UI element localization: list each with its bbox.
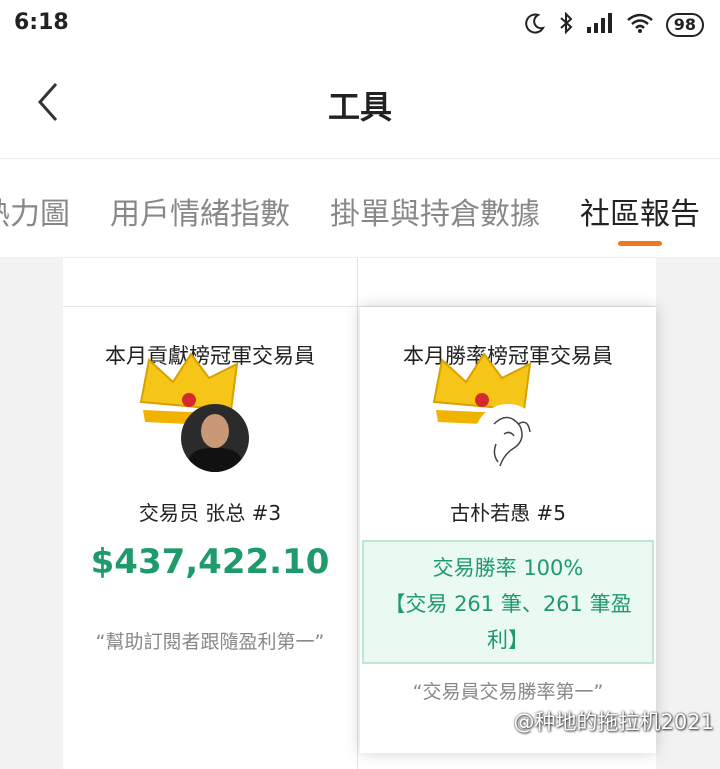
watermark: @种地的拖拉机2021 [513, 710, 714, 734]
trade-count-line: 【交易 261 筆、261 筆盈 [384, 592, 632, 616]
card-quote: “交易員交易勝率第一” [412, 681, 604, 703]
moon-icon [524, 12, 546, 38]
status-time: 6:18 [14, 10, 69, 35]
tab-community-report[interactable]: 社區報告 [580, 189, 700, 233]
contribution-champion-card[interactable]: 本月貢獻榜冠軍交易員 交易员 张总 #3 $437,422.10 “幫助訂閱者跟… [63, 307, 357, 751]
status-bar: 6:18 98 [0, 0, 720, 52]
nav-bar: 工具 [0, 52, 720, 159]
avatar [133, 352, 253, 472]
tab-orders-positions[interactable]: 掛單與持倉數據 [330, 189, 540, 233]
winrate-box: 交易勝率 100% 【交易 261 筆、261 筆盈 利】 [362, 540, 654, 664]
trader-name: 交易员 张总 #3 [138, 501, 282, 525]
signal-icon [586, 13, 614, 37]
trader-name: 古朴若愚 #5 [450, 501, 566, 525]
tab-active-indicator [618, 241, 662, 246]
avatar-sketch [474, 404, 542, 472]
winrate-line: 交易勝率 100% [432, 556, 584, 580]
report-content: 本月貢獻榜冠軍交易員 交易员 张总 #3 $437,422.10 “幫助訂閱者跟… [0, 258, 720, 769]
tab-sentiment[interactable]: 用戶情緒指數 [110, 189, 290, 233]
profit-value: $437,422.10 [90, 542, 330, 582]
avatar-photo [181, 404, 249, 472]
card-quote: “幫助訂閱者跟隨盈利第一” [95, 631, 325, 653]
trade-count-line-cont: 利】 [487, 628, 529, 652]
tab-bar: 熱力圖 用戶情緒指數 掛單與持倉數據 社區報告 [0, 159, 720, 258]
battery-icon: 98 [665, 13, 704, 37]
tab-heatmap[interactable]: 熱力圖 [0, 189, 70, 233]
winrate-champion-card[interactable]: 本月勝率榜冠軍交易員 古朴若愚 #5 交易勝率 100% 【交易 261 筆、2… [360, 307, 656, 753]
page-title: 工具 [327, 88, 392, 126]
wifi-icon [626, 13, 654, 37]
bluetooth-icon [558, 11, 574, 39]
avatar [426, 352, 546, 472]
status-icons: 98 [524, 10, 704, 40]
